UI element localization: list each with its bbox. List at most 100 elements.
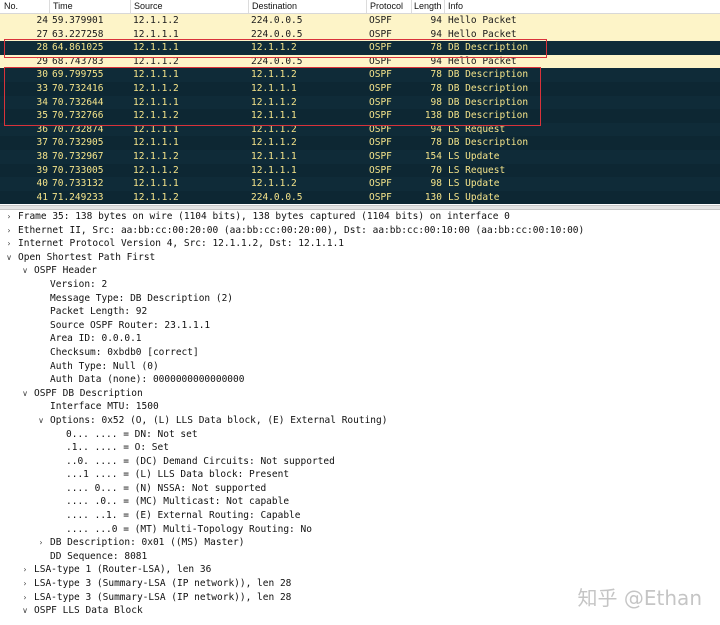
col-source[interactable]: Source — [134, 1, 163, 11]
tree-item[interactable]: DD Sequence: 8081 — [0, 550, 720, 564]
tree-item[interactable]: Auth Type: Null (0) — [0, 360, 720, 374]
tree-item[interactable]: ∨ OSPF Header — [0, 264, 720, 278]
tree-item[interactable]: .... .0.. = (MC) Multicast: Not capable — [0, 495, 720, 509]
tree-item[interactable]: Interface MTU: 1500 — [0, 400, 720, 414]
expand-chevron-down-icon[interactable]: ∨ — [20, 604, 30, 618]
packet-cell-no: 35 — [36, 110, 48, 122]
expand-chevron-right-icon[interactable]: › — [4, 237, 14, 251]
tree-item[interactable]: Area ID: 0.0.0.1 — [0, 332, 720, 346]
expand-chevron-right-icon[interactable]: › — [20, 577, 30, 591]
packet-cell-info: LS Update — [448, 150, 500, 162]
tree-item-label: OSPF LLS Data Block — [34, 605, 143, 617]
packet-row[interactable]: 30 69.799755 12.1.1.1 12.1.1.2 OSPF 78 DB Desc… — [0, 68, 720, 82]
tree-item-label: .... 0... = (N) NSSA: Not supported — [66, 482, 267, 494]
col-protocol[interactable]: Protocol — [370, 1, 403, 11]
tree-item[interactable]: ∨ OSPF DB Description — [0, 387, 720, 401]
tree-item[interactable]: › Ethernet II, Src: aa:bb:cc:00:20:00 (aa… — [0, 224, 720, 238]
packet-details-tree[interactable]: › Frame 35: 138 bytes on wire (1104 bits)… — [0, 210, 720, 625]
expand-chevron-right-icon[interactable]: › — [4, 210, 14, 224]
packet-cell-destination: 12.1.1.2 — [251, 137, 297, 149]
col-no[interactable]: No. — [4, 1, 18, 11]
tree-item[interactable]: ∨ Options: 0x52 (O, (L) LLS Data block, (… — [0, 414, 720, 428]
expand-chevron-right-icon[interactable]: › — [36, 536, 46, 550]
tree-item[interactable]: 0... .... = DN: Not set — [0, 428, 720, 442]
packet-cell-info: Hello Packet — [448, 28, 517, 40]
tree-item[interactable]: Message Type: DB Description (2) — [0, 292, 720, 306]
packet-cell-time: 68.743783 — [52, 55, 104, 67]
packet-cell-time: 64.861025 — [52, 42, 104, 54]
packet-cell-no: 34 — [36, 96, 48, 108]
packet-list[interactable]: No. Time Source Destination Protocol Len… — [0, 0, 720, 205]
packet-cell-info: LS Request — [448, 164, 506, 176]
packet-row[interactable]: 33 70.732416 12.1.1.2 12.1.1.1 OSPF 78 DB Desc… — [0, 81, 720, 96]
expand-chevron-down-icon[interactable]: ∨ — [36, 414, 46, 428]
tree-item[interactable]: › Internet Protocol Version 4, Src: 12.1.… — [0, 237, 720, 251]
tree-item-label: .... .0.. = (MC) Multicast: Not capable — [66, 496, 290, 508]
tree-item[interactable]: Packet Length: 92 — [0, 305, 720, 319]
tree-item[interactable]: ∨ Open Shortest Path First — [0, 251, 720, 265]
packet-cell-destination: 12.1.1.1 — [251, 82, 297, 94]
tree-item[interactable]: Auth Data (none): 0000000000000000 — [0, 373, 720, 387]
packet-row[interactable]: 29 68.743783 12.1.1.2 224.0.0.5 OSPF 94 Hello … — [0, 54, 720, 69]
packet-row[interactable]: 27 63.227258 12.1.1.1 224.0.0.5 OSPF 94 Hello … — [0, 27, 720, 42]
packet-cell-info: LS Update — [448, 191, 500, 203]
tree-item[interactable]: .... 0... = (N) NSSA: Not supported — [0, 482, 720, 496]
packet-cell-source: 12.1.1.1 — [133, 137, 179, 149]
packet-row[interactable]: 37 70.732905 12.1.1.1 12.1.1.2 OSPF 78 DB Desc… — [0, 136, 720, 150]
expand-chevron-right-icon[interactable]: › — [20, 591, 30, 605]
tree-item[interactable]: Version: 2 — [0, 278, 720, 292]
expand-chevron-right-icon[interactable]: › — [20, 563, 30, 577]
col-info[interactable]: Info — [448, 1, 463, 11]
packet-cell-no: 24 — [36, 15, 48, 26]
tree-item-label: Area ID: 0.0.0.1 — [50, 333, 142, 345]
tree-item[interactable]: .1.. .... = O: Set — [0, 441, 720, 455]
packet-row[interactable]: 34 70.732644 12.1.1.1 12.1.1.2 OSPF 98 DB Desc… — [0, 95, 720, 110]
packet-row[interactable]: 36 70.732874 12.1.1.1 12.1.1.2 OSPF 94 LS Requ… — [0, 122, 720, 137]
tree-item-label: Internet Protocol Version 4, Src: 12.1.1… — [18, 238, 345, 250]
expand-chevron-down-icon[interactable]: ∨ — [20, 387, 30, 401]
packet-row[interactable]: 40 70.733132 12.1.1.1 12.1.1.2 OSPF 98 LS Upda… — [0, 177, 720, 191]
packet-cell-length: 130 — [424, 191, 442, 203]
col-destination[interactable]: Destination — [252, 1, 297, 11]
tree-item-label: .1.. .... = O: Set — [66, 442, 169, 454]
packet-cell-no: 36 — [36, 123, 48, 135]
tree-item-label: Checksum: 0xbdb0 [correct] — [50, 346, 199, 358]
packet-cell-protocol: OSPF — [369, 96, 392, 108]
tree-item-label: Version: 2 — [50, 278, 108, 290]
tree-item[interactable]: .... ...0 = (MT) Multi-Topology Routing:… — [0, 523, 720, 537]
col-time[interactable]: Time — [53, 1, 73, 11]
packet-row[interactable]: 38 70.732967 12.1.1.2 12.1.1.1 OSPF 154 LS Upd… — [0, 149, 720, 164]
packet-cell-protocol: OSPF — [369, 15, 392, 26]
packet-cell-protocol: OSPF — [369, 82, 392, 94]
packet-row[interactable]: 35 70.732766 12.1.1.2 12.1.1.1 OSPF 138 DB Des… — [0, 109, 720, 123]
packet-list-header: No. Time Source Destination Protocol Len… — [0, 0, 720, 14]
tree-item[interactable]: › Frame 35: 138 bytes on wire (1104 bits)… — [0, 210, 720, 224]
packet-row[interactable]: 41 71.249233 12.1.1.2 224.0.0.5 OSPF 130 LS Up… — [0, 190, 720, 205]
packet-cell-no: 33 — [36, 82, 48, 94]
expand-chevron-down-icon[interactable]: ∨ — [20, 264, 30, 278]
packet-cell-destination: 224.0.0.5 — [251, 15, 303, 26]
tree-item[interactable]: › DB Description: 0x01 ((MS) Master) — [0, 536, 720, 550]
expand-chevron-right-icon[interactable]: › — [4, 224, 14, 238]
packet-row[interactable]: 28 64.861025 12.1.1.1 12.1.1.2 OSPF 78 DB Desc… — [0, 41, 720, 55]
packet-cell-source: 12.1.1.2 — [133, 55, 179, 67]
packet-row[interactable]: 39 70.733005 12.1.1.2 12.1.1.1 OSPF 70 LS Requ… — [0, 163, 720, 178]
packet-cell-info: Hello Packet — [448, 15, 517, 26]
packet-cell-length: 70 — [430, 164, 442, 176]
packet-cell-time: 70.733132 — [52, 178, 104, 190]
packet-row[interactable]: 24 59.379901 12.1.1.2 224.0.0.5 OSPF 94 Hello … — [0, 14, 720, 28]
expand-chevron-down-icon[interactable]: ∨ — [4, 251, 14, 265]
packet-cell-length: 94 — [430, 28, 442, 40]
tree-item[interactable]: Checksum: 0xbdb0 [correct] — [0, 346, 720, 360]
tree-item[interactable]: ...1 .... = (L) LLS Data block: Present — [0, 468, 720, 482]
packet-cell-no: 38 — [36, 150, 48, 162]
tree-item[interactable]: › LSA-type 1 (Router-LSA), len 36 — [0, 563, 720, 577]
tree-item[interactable]: .... ..1. = (E) External Routing: Capabl… — [0, 509, 720, 523]
packet-cell-length: 138 — [424, 110, 442, 122]
tree-item[interactable]: ..0. .... = (DC) Demand Circuits: Not su… — [0, 455, 720, 469]
packet-cell-source: 12.1.1.1 — [133, 28, 179, 40]
tree-item[interactable]: Source OSPF Router: 23.1.1.1 — [0, 319, 720, 333]
col-length[interactable]: Length — [414, 1, 442, 11]
packet-cell-protocol: OSPF — [369, 164, 392, 176]
packet-cell-protocol: OSPF — [369, 69, 392, 81]
